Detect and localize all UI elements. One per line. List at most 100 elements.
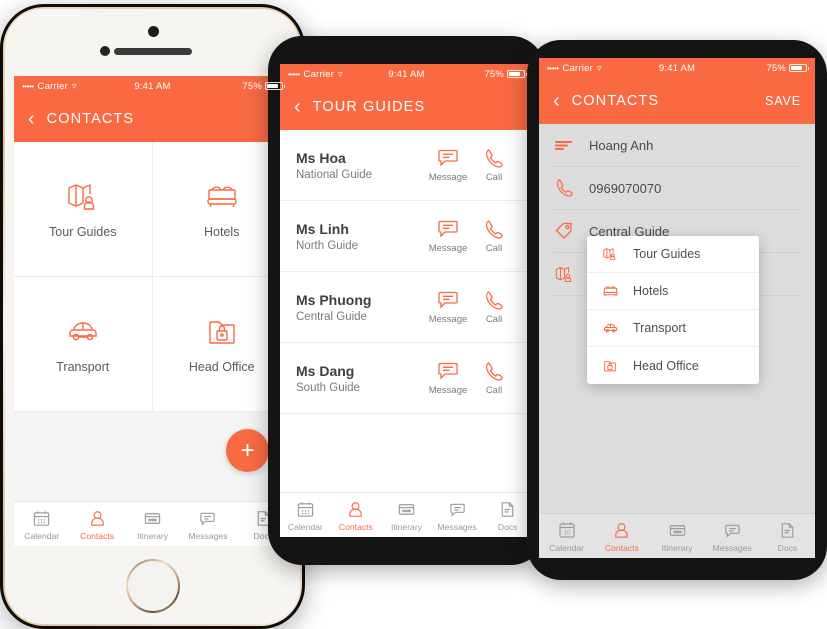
list-item[interactable]: Ms Hoa National Guide Message Call [280, 130, 533, 201]
field-phone[interactable]: 0969070070 [553, 167, 801, 210]
list-item[interactable]: Ms Phuong Central Guide Message Call [280, 272, 533, 343]
call-action[interactable]: Call [471, 147, 517, 183]
save-button[interactable]: SAVE [765, 94, 801, 108]
tab-messages[interactable]: Messages [180, 508, 235, 541]
tab-label: Itinerary [661, 542, 693, 553]
call-action[interactable]: Call [471, 218, 517, 254]
calendar-icon [280, 499, 331, 520]
tab-label: Docs [497, 521, 518, 532]
phone2-screen: ••••• Carrier ▿ 9:41 AM 75% ‹ TOUR GUIDE… [280, 64, 533, 537]
name-lines-icon [553, 138, 575, 152]
dropdown-item-transport[interactable]: Transport [587, 310, 759, 347]
tab-itinerary[interactable]: Itinerary [381, 499, 432, 532]
contact-role: National Guide [296, 168, 373, 181]
list-item[interactable]: Ms Linh North Guide Message Call [280, 201, 533, 272]
tab-itinerary[interactable]: Itinerary [125, 508, 180, 541]
message-action[interactable]: Message [425, 147, 471, 183]
phone2-tabbar: Calendar Contacts Itinerary Messages Doc… [280, 492, 533, 537]
map-guide-icon [601, 246, 619, 262]
dropdown-item-label: Head Office [633, 358, 699, 373]
status-bar: ••••• Carrier ▿ 9:41 AM 75% [14, 76, 291, 96]
page-title: TOUR GUIDES [312, 99, 426, 115]
contact-info: Ms Phuong Central Guide [296, 292, 425, 323]
home-button[interactable] [126, 559, 180, 613]
tab-label: Messages [712, 542, 752, 553]
tab-label: Messages [437, 521, 477, 532]
itinerary-icon [649, 520, 704, 541]
action-label: Message [428, 314, 468, 325]
tab-label: Itinerary [390, 521, 422, 532]
tour-guides-list: Ms Hoa National Guide Message Call Ms Li… [280, 130, 533, 414]
bed-icon [601, 283, 619, 300]
action-label: Call [485, 385, 503, 396]
battery-icon [789, 63, 809, 73]
tab-label: Contacts [338, 521, 373, 532]
tab-calendar[interactable]: Calendar [280, 499, 331, 532]
tab-itinerary[interactable]: Itinerary [649, 520, 704, 553]
tab-contacts[interactable]: Contacts [69, 508, 124, 541]
battery-percent-label: 75% [766, 62, 786, 74]
bed-icon [204, 179, 240, 215]
message-action[interactable]: Message [425, 218, 471, 254]
tab-docs[interactable]: Docs [482, 499, 533, 532]
message-action[interactable]: Message [425, 360, 471, 396]
status-bar-right: 75% [766, 62, 809, 74]
tab-contacts[interactable]: Contacts [594, 520, 649, 553]
contact-info: Ms Linh North Guide [296, 221, 425, 252]
dropdown-item-label: Hotels [633, 284, 669, 298]
action-label: Call [485, 172, 503, 183]
action-label: Message [428, 243, 468, 254]
field-value: 0969070070 [589, 180, 662, 196]
svg-text:10: 10 [563, 530, 571, 537]
action-label: Message [428, 172, 468, 183]
grid-item-label: Hotels [204, 225, 240, 239]
tab-label: Calendar [24, 530, 60, 541]
status-bar-right: 75% [242, 80, 285, 92]
messages-icon [180, 508, 235, 529]
car-icon [65, 314, 101, 350]
car-icon [601, 320, 619, 337]
tab-messages[interactable]: Messages [432, 499, 483, 532]
messages-icon [705, 520, 760, 541]
tab-label: Contacts [604, 542, 639, 553]
phone-icon [471, 218, 517, 240]
grid-item-transport[interactable]: Transport [14, 277, 153, 412]
add-contact-fab[interactable]: + [226, 429, 269, 472]
message-icon [425, 218, 471, 240]
tab-calendar[interactable]: 10 Calendar [539, 520, 594, 553]
list-item[interactable]: Ms Dang South Guide Message Call [280, 343, 533, 414]
phone2-navbar: ‹ TOUR GUIDES [280, 84, 533, 130]
call-action[interactable]: Call [471, 360, 517, 396]
dropdown-item-head-office[interactable]: Head Office [587, 347, 759, 384]
phone1-screen: ••••• Carrier ▿ 9:41 AM 75% ‹ CONTACTS T… [14, 76, 291, 546]
phone1-tabbar: Calendar Contacts Itinerary Messages Doc… [14, 501, 291, 546]
tab-calendar[interactable]: Calendar [14, 508, 69, 541]
screenshot-stage: ••••• Carrier ▿ 9:41 AM 75% ‹ CONTACTS T… [0, 0, 827, 629]
back-icon[interactable]: ‹ [294, 97, 301, 117]
message-icon [425, 289, 471, 311]
phone-icon [471, 289, 517, 311]
tab-messages[interactable]: Messages [705, 520, 760, 553]
field-name[interactable]: Hoang Anh [553, 124, 801, 167]
dropdown-item-label: Tour Guides [633, 247, 701, 261]
back-icon[interactable]: ‹ [553, 91, 560, 111]
action-label: Call [485, 314, 503, 325]
grid-item-tour-guides[interactable]: Tour Guides [14, 142, 153, 277]
battery-percent-label: 75% [242, 80, 262, 92]
back-icon[interactable]: ‹ [28, 109, 35, 129]
earpiece-speaker [113, 48, 192, 55]
call-action[interactable]: Call [471, 289, 517, 325]
dropdown-item-label: Transport [633, 321, 687, 335]
message-action[interactable]: Message [425, 289, 471, 325]
dropdown-item-hotels[interactable]: Hotels [587, 273, 759, 310]
dropdown-item-tour-guides[interactable]: Tour Guides [587, 236, 759, 273]
action-label: Call [485, 243, 503, 254]
contacts-icon [594, 520, 649, 541]
tag-icon [553, 221, 575, 241]
itinerary-icon [381, 499, 432, 520]
contact-role: South Guide [296, 381, 360, 394]
contact-info: Ms Dang South Guide [296, 363, 425, 394]
tab-docs[interactable]: Docs [760, 520, 815, 553]
tab-contacts[interactable]: Contacts [331, 499, 382, 532]
phone3-tabbar: 10 Calendar Contacts Itinerary Messages … [539, 513, 815, 558]
